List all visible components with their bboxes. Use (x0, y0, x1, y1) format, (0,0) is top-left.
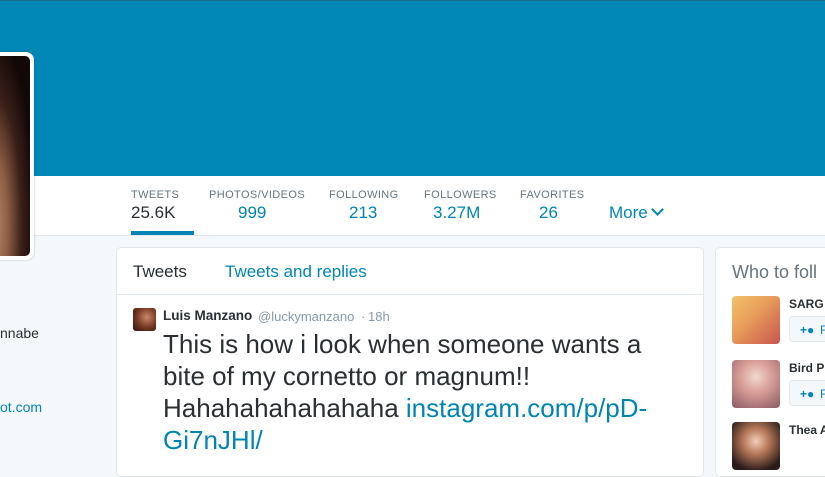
tweet-meta-separator: · (361, 309, 366, 324)
tweet-text: This is how i look when someone wants a … (163, 328, 683, 456)
tweet-author-name[interactable]: Luis Manzano (163, 308, 252, 323)
suggestion-item: SARG +● F (716, 296, 825, 356)
profile-avatar-image (0, 56, 30, 256)
nav-favorites[interactable]: FAVORITES 26 (520, 176, 590, 235)
tab-tweets[interactable]: Tweets (133, 262, 187, 282)
timeline-panel: Tweets Tweets and replies Luis Manzano @… (116, 247, 704, 477)
nav-photos-videos-count: 999 (238, 203, 267, 222)
suggestion-name[interactable]: SARG (789, 297, 824, 311)
tweet-item[interactable]: Luis Manzano @luckymanzano · 18h This is… (117, 295, 703, 476)
nav-tweets[interactable]: TWEETS 25.6K (131, 176, 194, 235)
tweet-author-avatar[interactable] (133, 308, 156, 331)
suggestion-avatar[interactable] (732, 422, 780, 470)
follow-button-label: F (820, 323, 825, 337)
nav-tweets-label: TWEETS (131, 189, 180, 201)
nav-followers-count: 3.27M (433, 203, 481, 222)
timeline-tabs: Tweets Tweets and replies (117, 248, 703, 295)
nav-followers-label: FOLLOWERS (424, 189, 497, 201)
add-user-icon: +● (800, 323, 815, 337)
nav-favorites-count: 26 (539, 203, 558, 222)
profile-website-link[interactable]: ot.com (0, 399, 42, 415)
nav-more-label: More (609, 203, 648, 222)
nav-tweets-count: 25.6K (131, 203, 176, 222)
nav-following-count: 213 (349, 203, 378, 222)
suggestion-name[interactable]: Bird P (789, 361, 824, 375)
nav-photos-videos[interactable]: PHOTOS/VIDEOS 999 (209, 176, 309, 235)
tweet-timestamp[interactable]: 18h (368, 309, 390, 324)
suggestion-item: Bird P +● F (716, 360, 825, 420)
profile-nav-bar: TWEETS 25.6K PHOTOS/VIDEOS 999 FOLLOWING… (0, 176, 825, 236)
profile-header-banner (0, 0, 825, 176)
suggestion-item: Thea A (716, 422, 825, 476)
nav-following-label: FOLLOWING (329, 189, 399, 201)
nav-more-button[interactable]: More (609, 203, 664, 223)
follow-button[interactable]: +● F (789, 380, 825, 406)
nav-favorites-label: FAVORITES (520, 189, 585, 201)
profile-avatar[interactable] (0, 52, 34, 260)
nav-followers[interactable]: FOLLOWERS 3.27M (424, 176, 497, 235)
suggestion-name[interactable]: Thea A (789, 423, 825, 437)
suggestion-avatar[interactable] (732, 296, 780, 344)
who-to-follow-panel: Who to foll SARG +● F Bird P +● F Thea A (715, 247, 825, 477)
suggestion-avatar[interactable] (732, 360, 780, 408)
follow-button-label: F (820, 387, 825, 401)
profile-bio: nnabe (0, 325, 39, 341)
nav-photos-videos-label: PHOTOS/VIDEOS (209, 189, 306, 201)
chevron-down-icon (650, 203, 664, 216)
tab-tweets-and-replies[interactable]: Tweets and replies (225, 262, 367, 282)
tweet-author-handle[interactable]: @luckymanzano (258, 309, 354, 324)
who-to-follow-title: Who to foll (732, 262, 818, 282)
add-user-icon: +● (800, 387, 815, 401)
nav-following[interactable]: FOLLOWING 213 (329, 176, 399, 235)
follow-button[interactable]: +● F (789, 316, 825, 342)
